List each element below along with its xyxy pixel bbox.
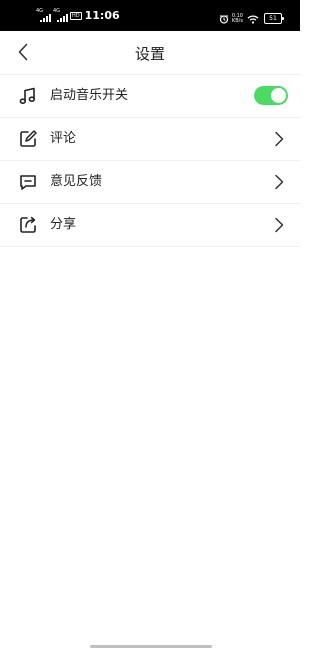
setting-startup-music[interactable]: 启动音乐开关: [0, 75, 300, 118]
setting-label: 评论: [50, 131, 77, 146]
battery-icon: 51: [264, 13, 284, 24]
speed-unit: KB/s: [231, 17, 243, 24]
setting-label: 分享: [50, 217, 77, 232]
page-title: 设置: [134, 45, 165, 63]
status-right: 0.10 KB/s 51: [219, 9, 284, 28]
alarm-icon: [219, 9, 229, 28]
toggle-knob: [271, 88, 286, 103]
navigation-header: 设置: [0, 31, 300, 75]
settings-list: 启动音乐开关 评论 意见反馈 分享: [0, 75, 300, 247]
feedback-icon: [18, 172, 38, 192]
status-time: 11:06: [84, 9, 120, 22]
signal-icon: 4G: [36, 8, 52, 22]
share-icon: [18, 215, 38, 235]
chevron-right-icon: [274, 131, 284, 147]
chevron-right-icon: [274, 174, 284, 190]
wifi-icon: [247, 9, 259, 28]
setting-label: 意见反馈: [50, 174, 103, 189]
network-speed: 0.10 KB/s: [231, 13, 243, 24]
home-indicator[interactable]: [90, 645, 212, 648]
status-bar: 4G 4G HD 11:06 0.10 KB/s 51: [0, 0, 300, 31]
setting-share[interactable]: 分享: [0, 204, 300, 247]
setting-label: 启动音乐开关: [50, 88, 129, 103]
edit-icon: [18, 129, 38, 149]
hd-badge: HD: [70, 11, 82, 20]
chevron-right-icon: [274, 217, 284, 233]
music-toggle[interactable]: [254, 86, 288, 105]
signal-icon: 4G: [53, 8, 69, 22]
status-left: 4G 4G HD 11:06: [36, 8, 120, 23]
music-note-icon: [18, 86, 38, 106]
setting-comment[interactable]: 评论: [0, 118, 300, 161]
setting-feedback[interactable]: 意见反馈: [0, 161, 300, 204]
